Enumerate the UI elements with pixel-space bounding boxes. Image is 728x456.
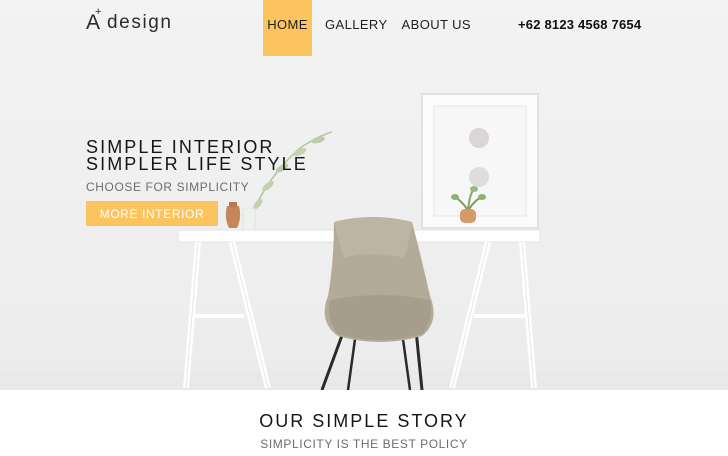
hero-background-image [0,93,728,390]
phone-number[interactable]: +62 8123 4568 7654 [518,17,641,32]
copper-vase [225,202,241,228]
logo-text: design [107,12,173,33]
logo[interactable]: A + design [86,7,173,34]
page: A + design HOME GALLERY ABOUT US +62 812… [0,0,728,456]
logo-mark: A + [86,7,101,34]
story-title: OUR SIMPLE STORY [259,411,469,431]
hero-title: SIMPLE INTERIOR SIMPLER LIFE STYLE [86,138,308,174]
hero-subtitle: CHOOSE FOR SIMPLICITY [86,180,250,194]
hero-title-line-2: SIMPLER LIFE STYLE [86,154,308,174]
hero-section: A + design HOME GALLERY ABOUT US +62 812… [0,0,728,390]
logo-plus: + [95,6,102,18]
story-subtitle: SIMPLICITY IS THE BEST POLICY [260,437,468,451]
story-section: OUR SIMPLE STORY SIMPLICITY IS THE BEST … [0,390,728,456]
nav-item-about-us[interactable]: ABOUT US [402,0,471,56]
picture-frame [421,93,539,229]
more-interior-button[interactable]: MORE INTERIOR [86,201,218,226]
nav-item-gallery[interactable]: GALLERY [325,0,388,56]
chair [320,217,434,390]
nav-item-home[interactable]: HOME [263,0,312,56]
main-nav: HOME GALLERY ABOUT US [263,0,471,56]
